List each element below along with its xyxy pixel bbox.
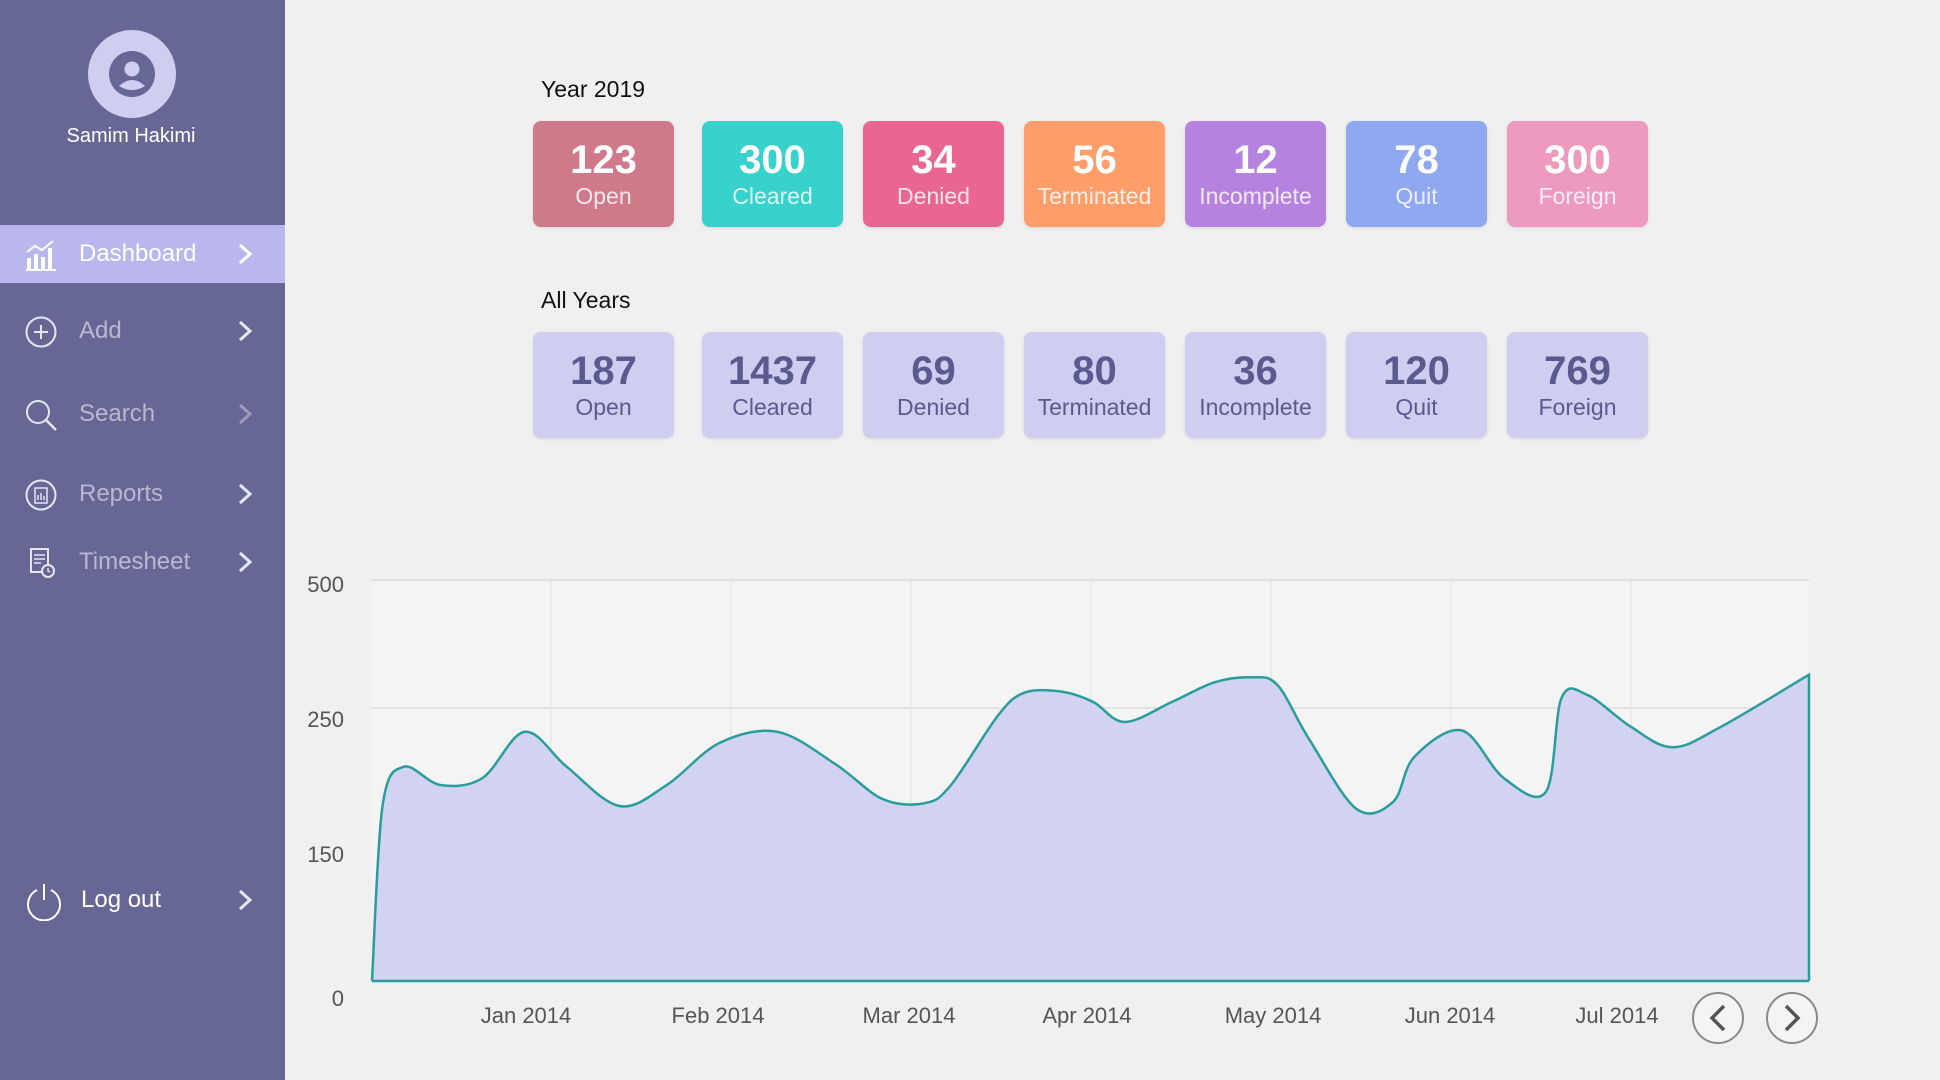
x-tick-label: Jun 2014 bbox=[1405, 1003, 1496, 1028]
area-chart: 0 150 250 500 Jan 2014 Feb 2014 Mar 2014 Apr 20… bbox=[307, 572, 1811, 1028]
x-tick-label: Jul 2014 bbox=[1575, 1003, 1658, 1028]
x-tick-label: Mar 2014 bbox=[863, 1003, 956, 1028]
y-tick-label: 250 bbox=[307, 707, 344, 732]
chart-prev-button[interactable] bbox=[1692, 992, 1744, 1044]
x-tick-label: Jan 2014 bbox=[481, 1003, 572, 1028]
y-tick-label: 0 bbox=[332, 986, 344, 1011]
x-tick-label: Apr 2014 bbox=[1042, 1003, 1131, 1028]
y-tick-label: 150 bbox=[307, 842, 344, 867]
chevron-right-icon bbox=[1784, 1004, 1801, 1032]
chart-next-button[interactable] bbox=[1766, 992, 1818, 1044]
y-tick-label: 500 bbox=[307, 572, 344, 597]
x-tick-label: May 2014 bbox=[1225, 1003, 1322, 1028]
x-tick-label: Feb 2014 bbox=[672, 1003, 765, 1028]
chevron-left-icon bbox=[1709, 1004, 1726, 1032]
